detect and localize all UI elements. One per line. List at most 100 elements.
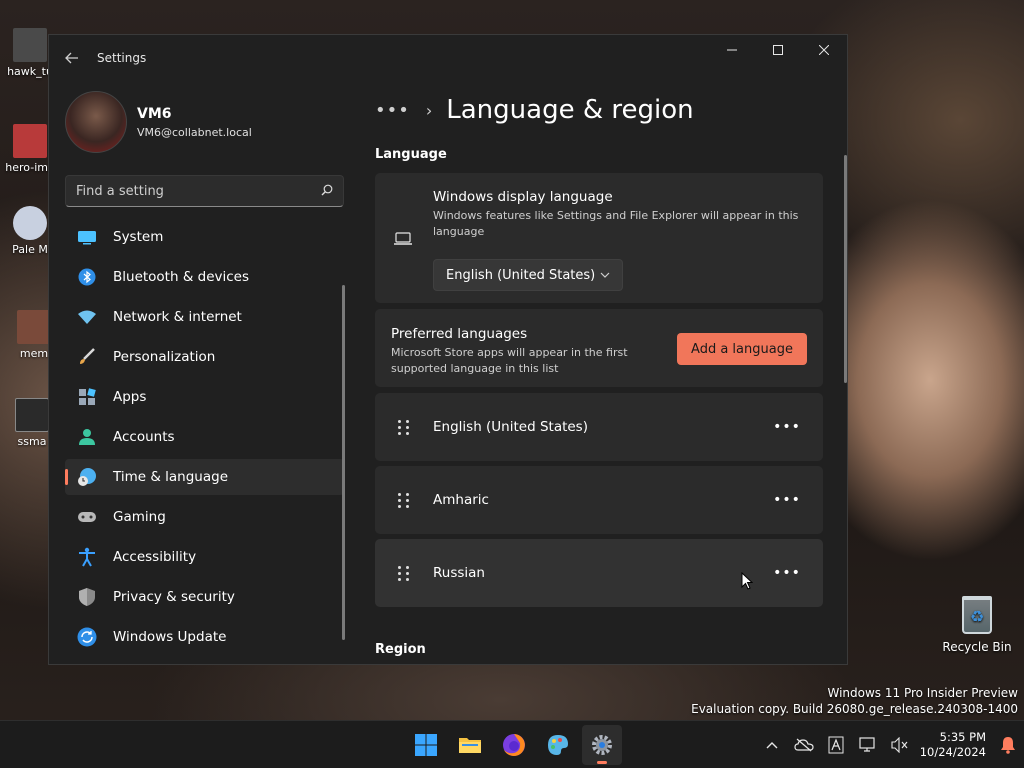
close-icon — [819, 45, 829, 55]
start-button[interactable] — [406, 725, 446, 765]
content-scrollbar[interactable] — [844, 155, 847, 383]
clock-date: 10/24/2024 — [919, 745, 986, 759]
sidebar-scrollbar[interactable] — [342, 285, 345, 640]
sidebar-item-gaming[interactable]: Gaming — [65, 499, 344, 535]
chevron-down-icon — [600, 270, 610, 281]
breadcrumb: ••• › Language & region — [375, 95, 835, 125]
sidebar-item-bluetooth[interactable]: Bluetooth & devices — [65, 259, 344, 295]
window-controls — [709, 35, 847, 65]
paint-button[interactable] — [538, 725, 578, 765]
search-icon[interactable] — [321, 184, 333, 199]
drag-handle-icon[interactable] — [375, 565, 433, 581]
sidebar-item-network[interactable]: Network & internet — [65, 299, 344, 335]
language-section-heading: Language — [375, 147, 447, 162]
taskbar-apps — [404, 725, 624, 765]
system-icon — [77, 227, 97, 247]
display-language-title: Windows display language — [433, 189, 613, 205]
firefox-icon — [503, 734, 525, 756]
preferred-languages-card: Preferred languages Microsoft Store apps… — [375, 309, 823, 387]
display-language-dropdown[interactable]: English (United States) — [433, 259, 623, 291]
more-options-button[interactable]: ••• — [767, 412, 807, 442]
breadcrumb-more-button[interactable]: ••• — [375, 100, 410, 121]
more-options-button[interactable]: ••• — [767, 485, 807, 515]
file-thumbnail-icon — [17, 310, 51, 344]
file-thumbnail-icon — [13, 28, 47, 62]
update-icon — [77, 627, 97, 647]
accessibility-icon — [77, 547, 97, 567]
clock-time: 5:35 PM — [939, 730, 986, 744]
more-options-button[interactable]: ••• — [767, 558, 807, 588]
accounts-icon — [77, 427, 97, 447]
preferred-languages-description: Microsoft Store apps will appear in the … — [391, 346, 628, 375]
file-thumbnail-icon — [13, 124, 47, 158]
sidebar-item-accounts[interactable]: Accounts — [65, 419, 344, 455]
sidebar-item-windows-update[interactable]: Windows Update — [65, 619, 344, 655]
shield-icon — [77, 587, 97, 607]
recycle-bin[interactable]: ♻ Recycle Bin — [942, 596, 1012, 654]
file-explorer-button[interactable] — [450, 725, 490, 765]
language-row-english[interactable]: English (United States) ••• — [375, 393, 823, 461]
drag-handle-icon[interactable] — [375, 419, 433, 435]
minimize-icon — [727, 49, 737, 51]
gear-icon — [592, 735, 612, 755]
settings-window: Settings VM6 VM6@collabnet.local Find a … — [48, 34, 848, 665]
gaming-icon — [77, 507, 97, 527]
system-tray: 5:35 PM 10/24/2024 — [756, 721, 1024, 768]
language-row-amharic[interactable]: Amharic ••• — [375, 466, 823, 534]
page-title: Language & region — [446, 95, 694, 125]
laptop-icon — [393, 231, 413, 251]
bluetooth-icon — [77, 267, 97, 287]
maximize-button[interactable] — [755, 35, 801, 65]
sidebar-item-personalization[interactable]: Personalization — [65, 339, 344, 375]
maximize-icon — [773, 45, 783, 55]
firefox-button[interactable] — [494, 725, 534, 765]
sidebar-item-apps[interactable]: Apps — [65, 379, 344, 415]
drag-handle-icon[interactable] — [375, 492, 433, 508]
taskbar: 5:35 PM 10/24/2024 — [0, 720, 1024, 768]
user-profile[interactable]: VM6 VM6@collabnet.local — [65, 91, 252, 153]
profile-email: VM6@collabnet.local — [137, 125, 252, 139]
notification-bell-icon[interactable] — [992, 729, 1024, 761]
language-row-russian[interactable]: Russian ••• — [375, 539, 823, 607]
apps-icon — [77, 387, 97, 407]
chevron-right-icon: › — [425, 100, 433, 120]
time-language-icon — [77, 467, 97, 487]
sidebar-item-privacy-security[interactable]: Privacy & security — [65, 579, 344, 615]
minimize-button[interactable] — [709, 35, 755, 65]
app-title: Settings — [97, 51, 147, 65]
chevron-up-icon[interactable] — [756, 729, 788, 761]
search-box — [65, 175, 344, 207]
display-language-description: Windows features like Settings and File … — [433, 209, 799, 238]
network-status-icon[interactable] — [852, 729, 884, 761]
search-input[interactable] — [76, 183, 321, 199]
recycle-bin-icon: ♻ — [962, 596, 992, 634]
close-button[interactable] — [801, 35, 847, 65]
onedrive-off-icon[interactable] — [788, 729, 820, 761]
mouse-cursor-icon — [741, 571, 754, 594]
volume-muted-icon[interactable] — [884, 729, 916, 761]
back-button[interactable] — [49, 35, 95, 81]
file-thumbnail-icon — [13, 206, 47, 240]
file-thumbnail-icon — [15, 398, 49, 432]
clock[interactable]: 5:35 PM 10/24/2024 — [920, 730, 986, 760]
windows-watermark: Windows 11 Pro Insider Preview Evaluatio… — [691, 686, 1018, 716]
profile-name: VM6 — [137, 105, 172, 122]
add-language-button[interactable]: Add a language — [677, 333, 807, 365]
settings-taskbar-button[interactable] — [582, 725, 622, 765]
sidebar-item-time-language[interactable]: Time & language — [65, 459, 344, 495]
display-language-card: Windows display language Windows feature… — [375, 173, 823, 303]
folder-icon — [459, 738, 481, 753]
paint-icon — [548, 735, 568, 755]
title-bar: Settings — [49, 35, 847, 81]
network-icon — [77, 307, 97, 327]
region-section-heading: Region — [375, 642, 426, 657]
back-arrow-icon — [65, 49, 79, 68]
sidebar-item-system[interactable]: System — [65, 219, 344, 255]
ime-icon[interactable] — [820, 729, 852, 761]
sidebar-item-accessibility[interactable]: Accessibility — [65, 539, 344, 575]
brush-icon — [77, 347, 97, 367]
sidebar-nav: System Bluetooth & devices Network & int… — [65, 219, 344, 659]
preferred-languages-title: Preferred languages — [391, 326, 528, 342]
windows-logo-icon — [415, 734, 437, 756]
avatar — [65, 91, 127, 153]
